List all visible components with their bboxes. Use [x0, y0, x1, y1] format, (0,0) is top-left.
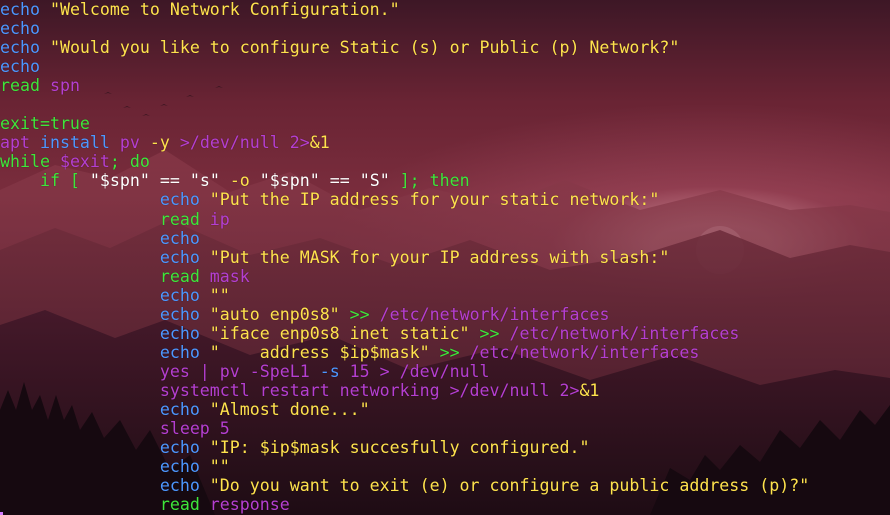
code-token: "s" — [189, 171, 220, 191]
terminal-line: exit=true — [0, 114, 890, 133]
terminal-line: while $exit; do — [0, 152, 890, 171]
code-token: echo — [0, 38, 40, 58]
terminal-line: read spn — [0, 76, 890, 95]
code-token: -o — [219, 171, 260, 191]
terminal-line: read response — [0, 495, 890, 514]
code-token: echo — [0, 323, 200, 343]
code-token: read — [0, 209, 200, 229]
code-token: sleep 5 — [0, 419, 230, 439]
code-token: read — [0, 266, 200, 286]
terminal-line: echo "Put the IP address for your static… — [0, 190, 890, 209]
code-token: " address $ip$mask" — [199, 342, 430, 362]
code-token: response — [199, 495, 290, 515]
code-token: "Welcome to Network Configuration." — [39, 0, 400, 19]
terminal-line: read mask — [0, 267, 890, 286]
code-token: echo — [0, 438, 200, 458]
code-token: echo — [0, 457, 200, 477]
code-token: "Almost done..." — [199, 399, 370, 419]
code-token: /etc/network/interfaces — [509, 323, 740, 343]
code-token: >> — [339, 304, 380, 324]
terminal-line: sleep 5 — [0, 419, 890, 438]
terminal-line: echo "Put the MASK for your IP address w… — [0, 248, 890, 267]
code-token: "" — [199, 285, 230, 305]
terminal-line: echo — [0, 57, 890, 76]
code-token: "S" — [359, 171, 390, 191]
code-token: == — [149, 171, 190, 191]
code-token: while — [0, 152, 60, 172]
terminal-line: echo "IP: $ip$mask succesfully configure… — [0, 438, 890, 457]
code-token: "Do you want to exit (e) or configure a … — [199, 476, 810, 496]
code-token: echo — [0, 19, 40, 39]
code-token: -s — [319, 361, 340, 381]
code-token: echo — [0, 247, 200, 267]
code-token: "Put the MASK for your IP address with s… — [199, 247, 670, 267]
code-token: exit=true — [0, 114, 90, 134]
terminal-line: echo "iface enp0s8 inet static" >> /etc/… — [0, 324, 890, 343]
terminal-line: echo "" — [0, 457, 890, 476]
code-token: &1 — [309, 133, 330, 153]
terminal-line: echo "" — [0, 286, 890, 305]
code-token: >> — [429, 342, 470, 362]
code-token: "" — [199, 457, 230, 477]
terminal-line: echo "Do you want to exit (e) or configu… — [0, 476, 890, 495]
code-token: if [ — [0, 171, 90, 191]
code-token: $exit — [59, 152, 110, 172]
code-token: read — [0, 76, 40, 96]
terminal-line: echo — [0, 19, 890, 38]
code-token: echo — [0, 285, 200, 305]
terminal-line: echo "Welcome to Network Configuration." — [0, 0, 890, 19]
terminal-output[interactable]: echo "Welcome to Network Configuration."… — [0, 0, 890, 515]
code-token: echo — [0, 57, 40, 77]
code-token: systemctl restart networking >/dev/null … — [0, 380, 580, 400]
code-token: >/dev/null 2> — [179, 133, 310, 153]
code-token: install — [39, 133, 110, 153]
terminal-line: apt install pv -y >/dev/null 2>&1 — [0, 133, 890, 152]
code-token: ; do — [109, 152, 150, 172]
code-token: mask — [199, 266, 250, 286]
terminal-line: echo — [0, 229, 890, 248]
code-token: apt — [0, 133, 40, 153]
code-token: >> — [469, 323, 510, 343]
code-token: -y — [149, 133, 170, 153]
code-token: "Put the IP address for your static netw… — [199, 190, 660, 210]
code-token: /etc/network/interfaces — [379, 304, 610, 324]
code-token: read — [0, 495, 200, 515]
code-token: echo — [0, 190, 200, 210]
terminal-line: systemctl restart networking >/dev/null … — [0, 381, 890, 400]
code-token: "$spn" — [89, 171, 150, 191]
terminal-window: { "terminal": { "lines": [ [{"t":"echo",… — [0, 0, 890, 515]
terminal-line: echo " address $ip$mask" >> /etc/network… — [0, 343, 890, 362]
code-token: /etc/network/interfaces — [469, 342, 700, 362]
terminal-line: if [ "$spn" == "s" -o "$spn" == "S" ]; t… — [0, 171, 890, 190]
code-token: echo — [0, 304, 200, 324]
code-token: pv — [109, 133, 150, 153]
code-token: echo — [0, 342, 200, 362]
terminal-line: yes | pv -SpeL1 -s 15 > /dev/null — [0, 362, 890, 381]
code-token: "iface enp0s8 inet static" — [199, 323, 470, 343]
code-token: echo — [0, 228, 200, 248]
terminal-line: read ip — [0, 210, 890, 229]
code-token: "IP: $ip$mask succesfully configured." — [199, 438, 590, 458]
terminal-line: echo "Almost done..." — [0, 400, 890, 419]
code-token: ip — [199, 209, 230, 229]
code-token: == — [319, 171, 360, 191]
code-token: echo — [0, 476, 200, 496]
terminal-line: echo "auto enp0s8" >> /etc/network/inter… — [0, 305, 890, 324]
code-token: ]; then — [389, 171, 470, 191]
code-token: yes | pv -SpeL1 — [0, 361, 320, 381]
code-token: spn — [39, 76, 80, 96]
code-token: &1 — [579, 380, 600, 400]
code-token: "Would you like to configure Static (s) … — [39, 38, 680, 58]
code-token: echo — [0, 399, 200, 419]
code-token: "$spn" — [259, 171, 320, 191]
terminal-line: echo "Would you like to configure Static… — [0, 38, 890, 57]
code-token: "auto enp0s8" — [199, 304, 340, 324]
code-token: 15 > /dev/null — [339, 361, 490, 381]
code-token: echo — [0, 0, 40, 19]
